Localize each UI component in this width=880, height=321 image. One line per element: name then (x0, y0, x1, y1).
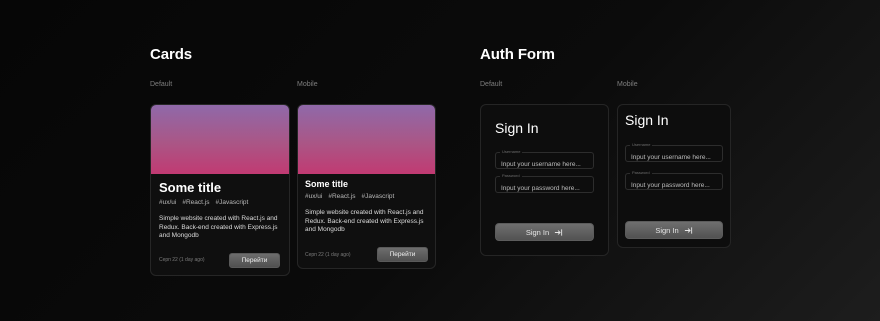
card-title: Some title (305, 179, 349, 189)
username-input[interactable] (496, 157, 593, 172)
auth-default-label: Default (480, 81, 503, 88)
username-field[interactable]: Username (495, 149, 594, 172)
tag-ux-ui[interactable]: #ux/ui (159, 199, 176, 206)
card-cover-image (151, 105, 289, 174)
auth-form-default: Sign In Username Password Sign In (480, 104, 609, 256)
password-label: Password (630, 170, 652, 175)
open-button[interactable]: Перейти (229, 253, 280, 268)
card-tags: #ux/ui #React.js #Javascript (159, 199, 248, 206)
project-card-default: Some title #ux/ui #React.js #Javascript … (150, 104, 290, 276)
password-label: Password (500, 173, 522, 178)
tag-react[interactable]: #React.js (328, 193, 355, 200)
cards-default-label: Default (150, 81, 173, 88)
cards-mobile-label: Mobile (297, 81, 318, 88)
sign-in-label: Sign In (655, 225, 679, 235)
project-card-mobile: Some title #ux/ui #React.js #Javascript … (297, 104, 436, 269)
card-title: Some title (159, 180, 222, 195)
sign-in-label: Sign In (525, 227, 550, 237)
auth-mobile-label: Mobile (617, 81, 638, 88)
auth-title: Sign In (625, 112, 669, 128)
auth-section-title: Auth Form (480, 46, 555, 63)
card-cover-image (298, 105, 435, 174)
tag-react[interactable]: #React.js (182, 199, 209, 206)
auth-title: Sign In (495, 120, 539, 136)
card-date: Серп 22 (1 day ago) (159, 257, 205, 263)
password-field[interactable]: Password (625, 170, 723, 193)
sign-in-button[interactable]: Sign In (625, 221, 723, 239)
card-description: Simple website created with React.js and… (305, 209, 424, 234)
password-input[interactable] (626, 178, 722, 193)
card-tags: #ux/ui #React.js #Javascript (305, 193, 394, 200)
cards-section-title: Cards (150, 46, 193, 63)
auth-form-mobile: Sign In Username Password Sign In (617, 104, 731, 248)
card-date: Серп 22 (1 day ago) (305, 252, 351, 258)
sign-in-button[interactable]: Sign In (495, 223, 594, 241)
login-arrow-icon (555, 228, 563, 236)
username-label: Username (630, 142, 653, 147)
password-field[interactable]: Password (495, 173, 594, 196)
username-input[interactable] (626, 150, 722, 165)
tag-javascript[interactable]: #Javascript (215, 199, 248, 206)
card-description: Simple website created with React.js and… (159, 215, 278, 240)
tag-javascript[interactable]: #Javascript (361, 193, 394, 200)
username-label: Username (500, 149, 523, 154)
open-button[interactable]: Перейти (377, 247, 428, 262)
login-arrow-icon (684, 226, 692, 234)
password-input[interactable] (496, 181, 593, 196)
username-field[interactable]: Username (625, 142, 723, 165)
tag-ux-ui[interactable]: #ux/ui (305, 193, 322, 200)
